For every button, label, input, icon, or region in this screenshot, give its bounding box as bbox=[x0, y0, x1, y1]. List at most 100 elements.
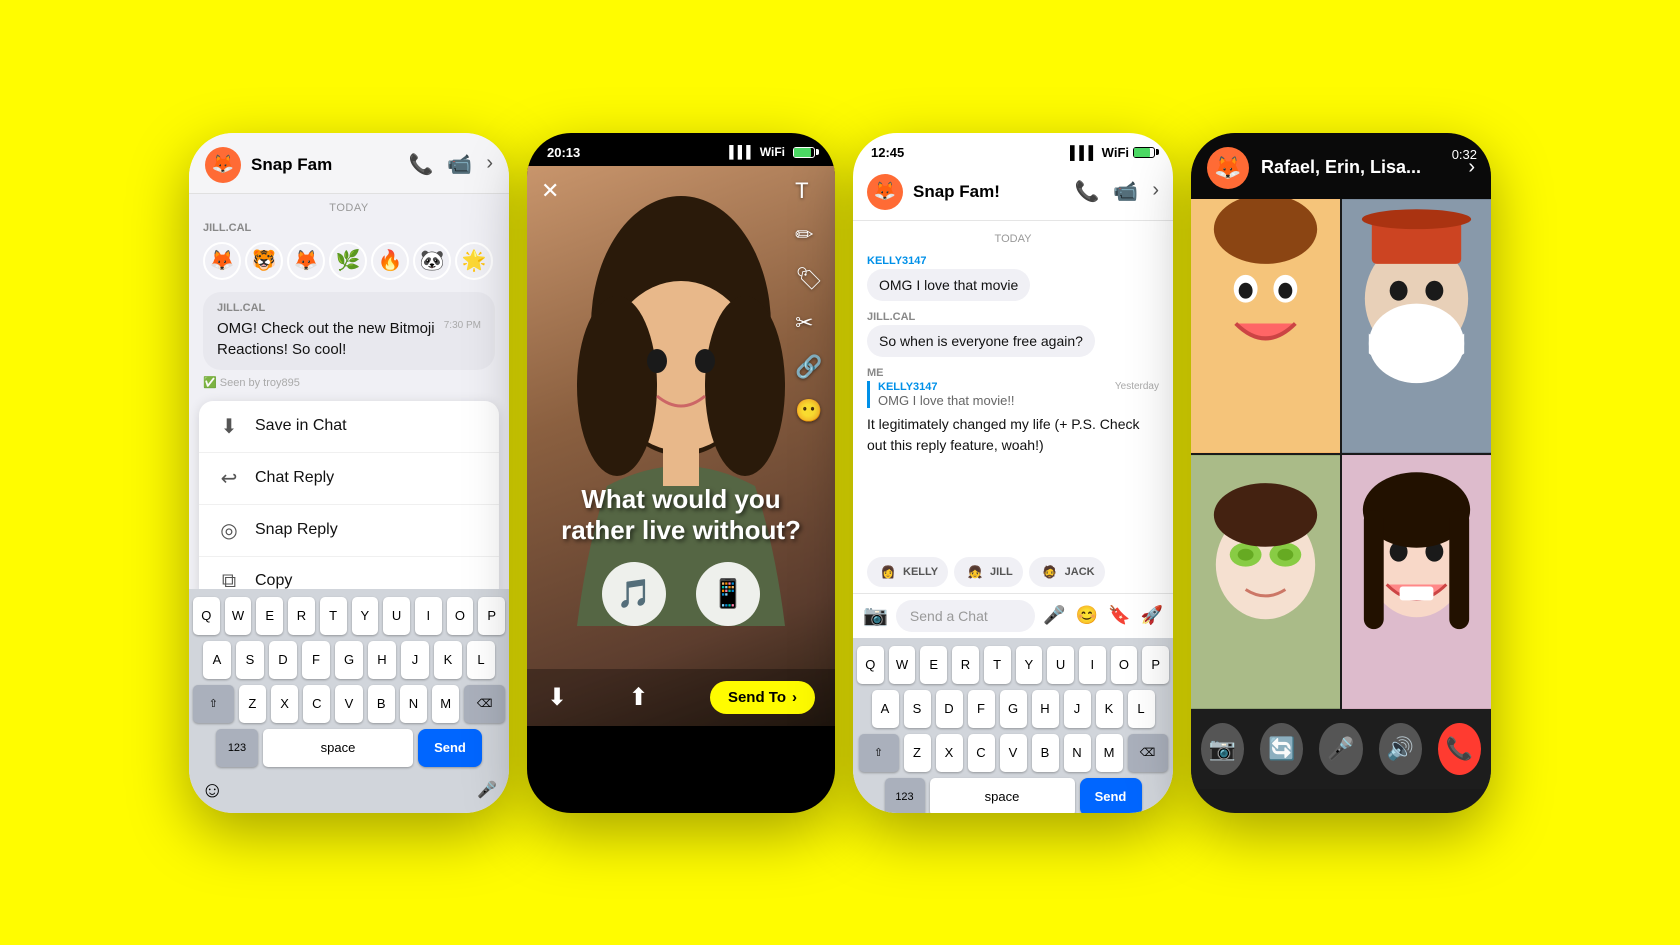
p4-speaker-button[interactable]: 🔊 bbox=[1379, 723, 1422, 775]
p3-key-b[interactable]: B bbox=[1032, 734, 1059, 772]
reaction-avatar-1: 🦊 bbox=[203, 242, 241, 280]
option-music[interactable]: 🎵 bbox=[602, 562, 666, 626]
key-y[interactable]: Y bbox=[352, 597, 379, 635]
key-shift[interactable]: ⇧ bbox=[193, 685, 234, 723]
key-q[interactable]: Q bbox=[193, 597, 220, 635]
key-h[interactable]: H bbox=[368, 641, 396, 679]
p3-key-j[interactable]: J bbox=[1064, 690, 1091, 728]
p4-mute-button[interactable]: 🎤 bbox=[1319, 723, 1362, 775]
p3-key-delete[interactable]: ⌫ bbox=[1128, 734, 1168, 772]
key-f[interactable]: F bbox=[302, 641, 330, 679]
link-tool[interactable]: 🔗 bbox=[795, 354, 823, 380]
reactor-kelly[interactable]: 👩 KELLY bbox=[867, 557, 948, 587]
p4-camera-button[interactable]: 📷 bbox=[1201, 723, 1244, 775]
p3-key-i[interactable]: I bbox=[1079, 646, 1106, 684]
key-z[interactable]: Z bbox=[239, 685, 266, 723]
key-space[interactable]: space bbox=[263, 729, 413, 767]
p3-send-button[interactable]: Send bbox=[1080, 778, 1142, 813]
chat-reply-button[interactable]: ↩ Chat Reply bbox=[199, 453, 499, 505]
key-123[interactable]: 123 bbox=[216, 729, 258, 767]
text-tool[interactable]: T bbox=[795, 178, 823, 204]
key-o[interactable]: O bbox=[447, 597, 474, 635]
mic-icon[interactable]: 🎤 bbox=[477, 780, 497, 800]
p3-key-g[interactable]: G bbox=[1000, 690, 1027, 728]
p3-key-p[interactable]: P bbox=[1142, 646, 1169, 684]
reactor-jill[interactable]: 👧 JILL bbox=[954, 557, 1023, 587]
sticker-tool[interactable]: 🏷 bbox=[795, 266, 823, 292]
key-delete[interactable]: ⌫ bbox=[464, 685, 505, 723]
p3-chat-input[interactable]: Send a Chat bbox=[896, 600, 1035, 632]
phone-call-icon[interactable]: 📞 bbox=[409, 152, 434, 177]
p3-key-y[interactable]: Y bbox=[1016, 646, 1043, 684]
download-icon[interactable]: ⬇ bbox=[547, 683, 567, 712]
reactor-jack[interactable]: 🧔 JACK bbox=[1029, 557, 1105, 587]
bitmoji-tool[interactable]: 😶 bbox=[795, 398, 823, 424]
p3-key-r[interactable]: R bbox=[952, 646, 979, 684]
p3-key-123[interactable]: 123 bbox=[885, 778, 925, 813]
key-x[interactable]: X bbox=[271, 685, 298, 723]
key-t[interactable]: T bbox=[320, 597, 347, 635]
share-icon[interactable]: ⬆ bbox=[628, 683, 648, 712]
key-w[interactable]: W bbox=[225, 597, 252, 635]
p3-key-x[interactable]: X bbox=[936, 734, 963, 772]
send-button[interactable]: Send bbox=[418, 729, 482, 767]
p3-key-l[interactable]: L bbox=[1128, 690, 1155, 728]
key-g[interactable]: G bbox=[335, 641, 363, 679]
p3-key-w[interactable]: W bbox=[889, 646, 916, 684]
p3-sticker-icon[interactable]: 🔖 bbox=[1108, 605, 1130, 626]
key-e[interactable]: E bbox=[256, 597, 283, 635]
key-j[interactable]: J bbox=[401, 641, 429, 679]
save-in-chat-button[interactable]: ⬇ Save in Chat bbox=[199, 401, 499, 453]
key-c[interactable]: C bbox=[303, 685, 330, 723]
p3-key-shift[interactable]: ⇧ bbox=[859, 734, 899, 772]
snap-reply-button[interactable]: ◎ Snap Reply bbox=[199, 505, 499, 557]
p3-key-s[interactable]: S bbox=[904, 690, 931, 728]
p3-key-h[interactable]: H bbox=[1032, 690, 1059, 728]
key-u[interactable]: U bbox=[383, 597, 410, 635]
key-n[interactable]: N bbox=[400, 685, 427, 723]
key-k[interactable]: K bbox=[434, 641, 462, 679]
emoji-icon[interactable]: ☺ bbox=[201, 777, 223, 803]
p2-close-button[interactable]: ✕ bbox=[541, 178, 559, 204]
key-i[interactable]: I bbox=[415, 597, 442, 635]
p3-key-t[interactable]: T bbox=[984, 646, 1011, 684]
p3-camera-icon[interactable]: 📷 bbox=[863, 603, 888, 628]
key-m[interactable]: M bbox=[432, 685, 459, 723]
p3-key-a[interactable]: A bbox=[872, 690, 899, 728]
video-call-icon[interactable]: 📹 bbox=[447, 152, 472, 177]
key-s[interactable]: S bbox=[236, 641, 264, 679]
p3-phone-icon[interactable]: 📞 bbox=[1075, 179, 1100, 204]
p3-key-space[interactable]: space bbox=[930, 778, 1075, 813]
p3-send-snap-icon[interactable]: 🚀 bbox=[1141, 605, 1163, 626]
p3-key-f[interactable]: F bbox=[968, 690, 995, 728]
send-to-button[interactable]: Send To › bbox=[710, 681, 815, 714]
key-a[interactable]: A bbox=[203, 641, 231, 679]
p3-video-icon[interactable]: 📹 bbox=[1113, 179, 1138, 204]
more-icon[interactable]: › bbox=[486, 152, 493, 177]
p3-more-icon[interactable]: › bbox=[1152, 179, 1159, 204]
p3-key-o[interactable]: O bbox=[1111, 646, 1138, 684]
p4-flip-button[interactable]: 🔄 bbox=[1260, 723, 1303, 775]
key-l[interactable]: L bbox=[467, 641, 495, 679]
key-r[interactable]: R bbox=[288, 597, 315, 635]
p3-key-e[interactable]: E bbox=[920, 646, 947, 684]
p3-emoji-icon[interactable]: 😊 bbox=[1076, 605, 1098, 626]
p3-key-q[interactable]: Q bbox=[857, 646, 884, 684]
p3-key-d[interactable]: D bbox=[936, 690, 963, 728]
p3-mic-icon[interactable]: 🎤 bbox=[1043, 605, 1065, 626]
p4-end-call-button[interactable]: 📞 bbox=[1438, 723, 1481, 775]
key-d[interactable]: D bbox=[269, 641, 297, 679]
p3-key-v[interactable]: V bbox=[1000, 734, 1027, 772]
key-p[interactable]: P bbox=[478, 597, 505, 635]
p3-key-m[interactable]: M bbox=[1096, 734, 1123, 772]
p3-key-n[interactable]: N bbox=[1064, 734, 1091, 772]
key-v[interactable]: V bbox=[335, 685, 362, 723]
p3-key-c[interactable]: C bbox=[968, 734, 995, 772]
p3-key-z[interactable]: Z bbox=[904, 734, 931, 772]
option-phone[interactable]: 📱 bbox=[696, 562, 760, 626]
p3-key-k[interactable]: K bbox=[1096, 690, 1123, 728]
scissors-tool[interactable]: ✂ bbox=[795, 310, 823, 336]
key-b[interactable]: B bbox=[368, 685, 395, 723]
pen-tool[interactable]: ✏ bbox=[795, 222, 823, 248]
p3-key-u[interactable]: U bbox=[1047, 646, 1074, 684]
